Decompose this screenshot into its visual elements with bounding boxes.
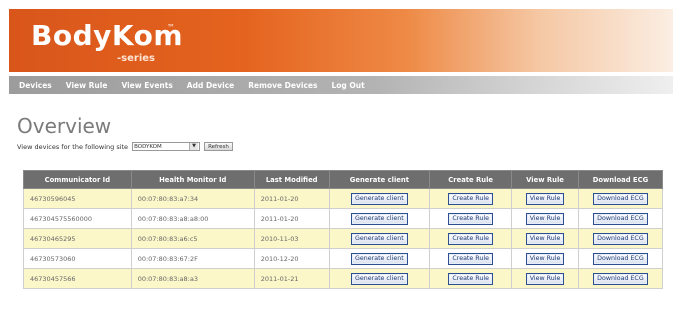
brand-subtitle: -series bbox=[117, 53, 155, 64]
generate-cell: Generate client bbox=[328, 228, 431, 249]
create-rule-button[interactable]: Create Rule bbox=[448, 232, 493, 245]
create-rule-button[interactable]: Create Rule bbox=[448, 192, 493, 205]
nav-log-out[interactable]: Log Out bbox=[331, 81, 364, 90]
communicator-cell: 46730457566 bbox=[23, 268, 132, 289]
table-row: 467304575560000 00:07:80:83:a8:a8:00 201… bbox=[23, 208, 664, 229]
column-header-communicator: Communicator Id bbox=[23, 170, 132, 189]
column-header-modified: Last Modified bbox=[253, 170, 330, 189]
table-row: 46730465295 00:07:80:83:a6:c5 2010-11-03… bbox=[23, 228, 664, 249]
table-row: 46730596045 00:07:80:83:a7:34 2011-01-20… bbox=[23, 188, 664, 209]
create-rule-button[interactable]: Create Rule bbox=[448, 212, 493, 225]
nav-view-events[interactable]: View Events bbox=[121, 81, 172, 90]
create-rule-button[interactable]: Create Rule bbox=[448, 252, 493, 265]
modified-cell: 2011-01-21 bbox=[253, 268, 330, 289]
site-filter: View devices for the following site BODY… bbox=[17, 142, 233, 151]
monitor-cell: 00:07:80:83:a6:c5 bbox=[130, 228, 255, 249]
monitor-cell: 00:07:80:83:a7:34 bbox=[130, 188, 255, 209]
view-rule-button[interactable]: View Rule bbox=[525, 232, 565, 245]
generate-cell: Generate client bbox=[328, 248, 431, 269]
create-cell: Create Rule bbox=[429, 268, 513, 289]
devices-table: Communicator Id Health Monitor Id Last M… bbox=[23, 170, 664, 289]
monitor-cell: 00:07:80:83:a8:a3 bbox=[130, 268, 255, 289]
create-rule-button[interactable]: Create Rule bbox=[448, 272, 493, 285]
view-cell: View Rule bbox=[511, 248, 579, 269]
view-cell: View Rule bbox=[511, 208, 579, 229]
view-cell: View Rule bbox=[511, 228, 579, 249]
view-cell: View Rule bbox=[511, 188, 579, 209]
download-cell: Download ECG bbox=[577, 248, 664, 269]
download-cell: Download ECG bbox=[577, 188, 664, 209]
create-cell: Create Rule bbox=[429, 228, 513, 249]
generate-client-button[interactable]: Generate client bbox=[351, 212, 408, 225]
modified-cell: 2010-11-03 bbox=[253, 228, 330, 249]
create-cell: Create Rule bbox=[429, 188, 513, 209]
column-header-download: Download ECG bbox=[577, 170, 664, 189]
download-ecg-button[interactable]: Download ECG bbox=[593, 212, 648, 225]
nav-view-rule[interactable]: View Rule bbox=[66, 81, 108, 90]
nav-add-device[interactable]: Add Device bbox=[187, 81, 234, 90]
generate-cell: Generate client bbox=[328, 208, 431, 229]
view-rule-button[interactable]: View Rule bbox=[525, 272, 565, 285]
brand-trademark: ™ bbox=[167, 23, 175, 32]
modified-cell: 2011-01-20 bbox=[253, 208, 330, 229]
create-cell: Create Rule bbox=[429, 208, 513, 229]
modified-cell: 2010-12-20 bbox=[253, 248, 330, 269]
generate-client-button[interactable]: Generate client bbox=[351, 272, 408, 285]
view-rule-button[interactable]: View Rule bbox=[525, 252, 565, 265]
table-row: 46730457566 00:07:80:83:a8:a3 2011-01-21… bbox=[23, 268, 664, 289]
column-header-view: View Rule bbox=[511, 170, 579, 189]
table-row: 46730573060 00:07:80:83:67:2F 2010-12-20… bbox=[23, 248, 664, 269]
communicator-cell: 46730596045 bbox=[23, 188, 132, 209]
site-select[interactable]: BODYKOM ▼ bbox=[132, 142, 201, 151]
view-rule-button[interactable]: View Rule bbox=[525, 192, 565, 205]
page-title: Overview bbox=[17, 114, 112, 138]
column-header-create: Create Rule bbox=[429, 170, 513, 189]
communicator-cell: 46730465295 bbox=[23, 228, 132, 249]
generate-cell: Generate client bbox=[328, 188, 431, 209]
download-cell: Download ECG bbox=[577, 228, 664, 249]
main-nav: Devices View Rule View Events Add Device… bbox=[9, 76, 673, 94]
generate-client-button[interactable]: Generate client bbox=[351, 192, 408, 205]
download-ecg-button[interactable]: Download ECG bbox=[593, 252, 648, 265]
download-ecg-button[interactable]: Download ECG bbox=[593, 232, 648, 245]
chevron-down-icon[interactable]: ▼ bbox=[189, 143, 199, 150]
generate-client-button[interactable]: Generate client bbox=[351, 252, 408, 265]
communicator-cell: 46730573060 bbox=[23, 248, 132, 269]
download-cell: Download ECG bbox=[577, 208, 664, 229]
create-cell: Create Rule bbox=[429, 248, 513, 269]
download-ecg-button[interactable]: Download ECG bbox=[593, 192, 648, 205]
download-ecg-button[interactable]: Download ECG bbox=[593, 272, 648, 285]
column-header-generate: Generate client bbox=[328, 170, 431, 189]
brand-logo[interactable]: BodyKom bbox=[31, 19, 183, 52]
download-cell: Download ECG bbox=[577, 268, 664, 289]
refresh-button[interactable]: Refresh bbox=[204, 142, 233, 151]
nav-remove-devices[interactable]: Remove Devices bbox=[248, 81, 317, 90]
modified-cell: 2011-01-20 bbox=[253, 188, 330, 209]
site-filter-label: View devices for the following site bbox=[17, 142, 129, 151]
generate-cell: Generate client bbox=[328, 268, 431, 289]
table-header-row: Communicator Id Health Monitor Id Last M… bbox=[23, 170, 664, 189]
view-rule-button[interactable]: View Rule bbox=[525, 212, 565, 225]
monitor-cell: 00:07:80:83:a8:a8:00 bbox=[130, 208, 255, 229]
view-cell: View Rule bbox=[511, 268, 579, 289]
site-select-value: BODYKOM bbox=[134, 143, 162, 150]
header-banner: BodyKom ™ -series bbox=[9, 9, 673, 72]
nav-devices[interactable]: Devices bbox=[19, 81, 52, 90]
generate-client-button[interactable]: Generate client bbox=[351, 232, 408, 245]
column-header-monitor: Health Monitor Id bbox=[130, 170, 255, 189]
communicator-cell: 467304575560000 bbox=[23, 208, 132, 229]
monitor-cell: 00:07:80:83:67:2F bbox=[130, 248, 255, 269]
